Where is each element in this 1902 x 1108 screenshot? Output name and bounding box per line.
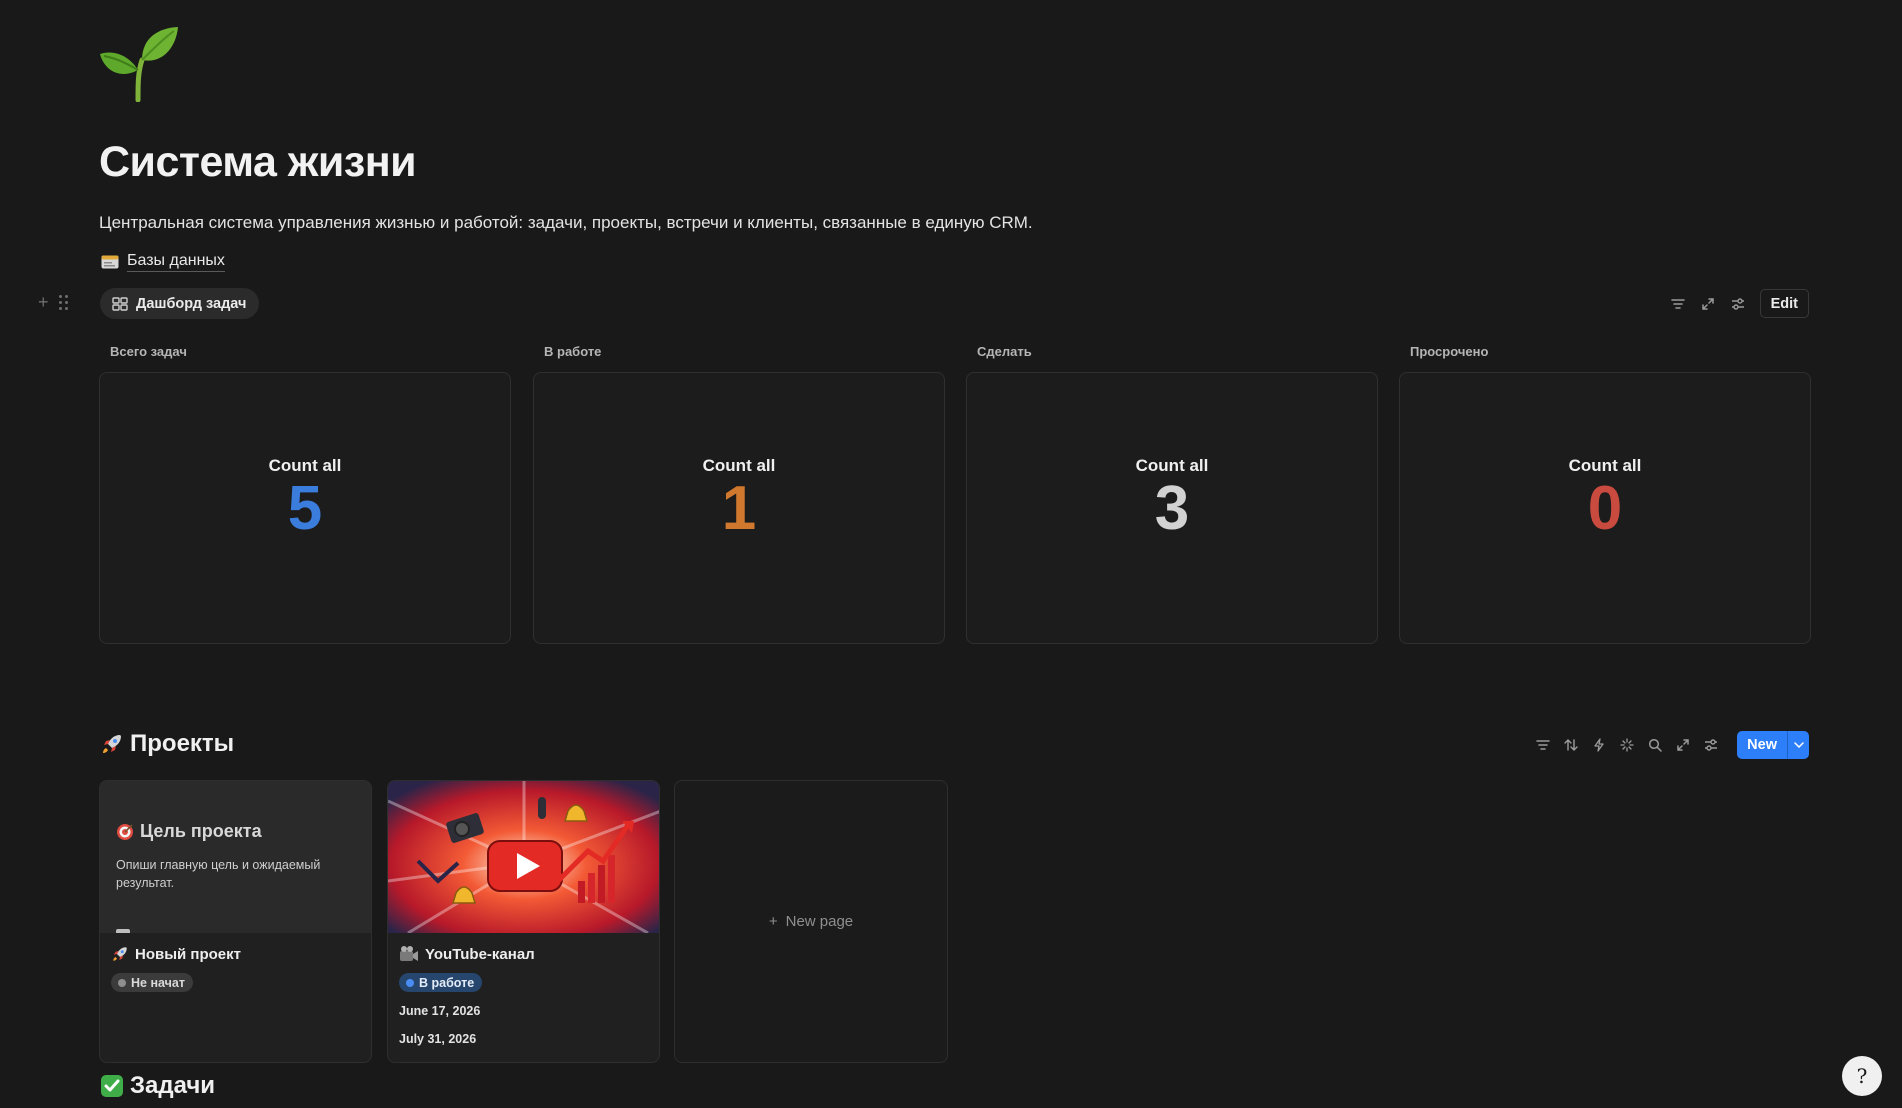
dashboard-tab[interactable]: Дашборд задач xyxy=(100,288,260,319)
stat-label: Всего задач xyxy=(110,344,187,359)
card-index-icon xyxy=(101,255,119,269)
stat-box[interactable]: Count all 5 xyxy=(99,372,511,644)
expand-icon[interactable] xyxy=(1675,737,1691,753)
search-icon[interactable] xyxy=(1647,737,1663,753)
status-label: Не начат xyxy=(131,975,185,990)
stat-card-overdue[interactable]: Просрочено Count all 0 xyxy=(1399,344,1811,644)
tasks-title[interactable]: Задачи xyxy=(100,1072,215,1100)
plus-icon: + xyxy=(768,913,778,930)
stat-box[interactable]: Count all 0 xyxy=(1399,372,1811,644)
card-cover-image xyxy=(388,781,659,933)
automation-bolt-icon[interactable] xyxy=(1591,737,1607,753)
new-page-card[interactable]: + New page xyxy=(674,780,948,1063)
tasks-title-label: Задачи xyxy=(130,1072,216,1099)
count-label: Count all xyxy=(1568,456,1642,475)
projects-title-label: Проекты xyxy=(130,730,235,757)
stat-box[interactable]: Count all 3 xyxy=(966,372,1378,644)
card-cover-preview: Цель проекта Опиши главную цель и ожидае… xyxy=(100,781,371,933)
cover-text: Опиши главную цель и ожидаемый результат… xyxy=(116,858,321,891)
stat-card-total[interactable]: Всего задач Count all 5 xyxy=(99,344,511,644)
rocket-icon xyxy=(103,735,121,753)
status-dot xyxy=(118,978,126,987)
end-date: July 31, 2026 xyxy=(399,1032,477,1046)
expand-icon[interactable] xyxy=(1700,296,1716,312)
rocket-icon xyxy=(113,947,127,961)
ai-sparkle-icon[interactable] xyxy=(1619,737,1635,753)
help-button[interactable]: ? xyxy=(1842,1056,1882,1096)
project-card-new[interactable]: Цель проекта Опиши главную цель и ожидае… xyxy=(99,780,372,1063)
stat-label: Сделать xyxy=(977,344,1032,359)
card-body: Новый проект Не начат xyxy=(100,933,371,1004)
stat-card-todo[interactable]: Сделать Count all 3 xyxy=(966,344,1378,644)
databases-link[interactable]: Базы данных xyxy=(101,252,225,272)
stat-label: Просрочено xyxy=(1410,344,1489,359)
settings-sliders-icon[interactable] xyxy=(1703,737,1719,753)
card-title: Новый проект xyxy=(135,945,241,963)
cover-heading: Цель проекта xyxy=(140,821,262,841)
chevron-down-icon[interactable] xyxy=(1787,731,1809,759)
card-body: YouTube-канал В работе June 17, 2026 Jul… xyxy=(388,933,659,1058)
target-icon xyxy=(117,823,133,840)
count-label: Count all xyxy=(702,456,776,475)
check-mark-icon xyxy=(101,1075,123,1097)
stat-box[interactable]: Count all 1 xyxy=(533,372,945,644)
youtube-cover-illustration xyxy=(388,781,659,933)
filter-icon[interactable] xyxy=(1670,296,1686,312)
new-button[interactable]: New xyxy=(1737,731,1787,759)
filter-icon[interactable] xyxy=(1535,737,1551,753)
seedling-icon[interactable] xyxy=(98,24,178,103)
film-camera-icon xyxy=(400,946,418,961)
new-button-group: New xyxy=(1737,731,1809,759)
project-card-youtube[interactable]: YouTube-канал В работе June 17, 2026 Jul… xyxy=(387,780,660,1063)
drag-handle-icon[interactable] xyxy=(58,295,68,310)
status-dot xyxy=(406,978,414,987)
count-value: 5 xyxy=(287,474,323,543)
card-title: YouTube-канал xyxy=(425,945,535,963)
dashboard-toolbar: Edit xyxy=(1670,288,1809,319)
settings-sliders-icon[interactable] xyxy=(1730,296,1746,312)
page-root: Система жизни Центральная система управл… xyxy=(0,0,1902,1108)
start-date: June 17, 2026 xyxy=(399,1004,481,1018)
new-page-label: New page xyxy=(785,913,854,930)
count-label: Count all xyxy=(1135,456,1209,475)
add-block-icon[interactable]: + xyxy=(38,292,49,313)
dashboard-tab-label: Дашборд задач xyxy=(136,295,247,312)
count-value: 3 xyxy=(1154,474,1190,543)
projects-title[interactable]: Проекты xyxy=(100,730,234,758)
dashboard-icon xyxy=(112,296,128,311)
status-badge: Не начат xyxy=(111,973,193,992)
help-icon: ? xyxy=(1856,1064,1868,1088)
stat-label: В работе xyxy=(544,344,602,359)
status-label: В работе xyxy=(419,975,475,990)
page-description[interactable]: Центральная система управления жизнью и … xyxy=(99,213,1033,233)
block-handle: + xyxy=(38,292,68,313)
status-badge: В работе xyxy=(399,973,483,992)
cover-clipped-content xyxy=(116,929,130,933)
edit-button[interactable]: Edit xyxy=(1759,289,1809,318)
projects-toolbar: New xyxy=(1535,731,1809,759)
page-title[interactable]: Система жизни xyxy=(99,138,417,187)
sort-icon[interactable] xyxy=(1563,737,1579,753)
count-label: Count all xyxy=(268,456,342,475)
count-value: 1 xyxy=(721,474,757,543)
stat-card-in-progress[interactable]: В работе Count all 1 xyxy=(533,344,945,644)
count-value: 0 xyxy=(1587,474,1623,543)
databases-link-label: Базы данных xyxy=(127,252,225,272)
